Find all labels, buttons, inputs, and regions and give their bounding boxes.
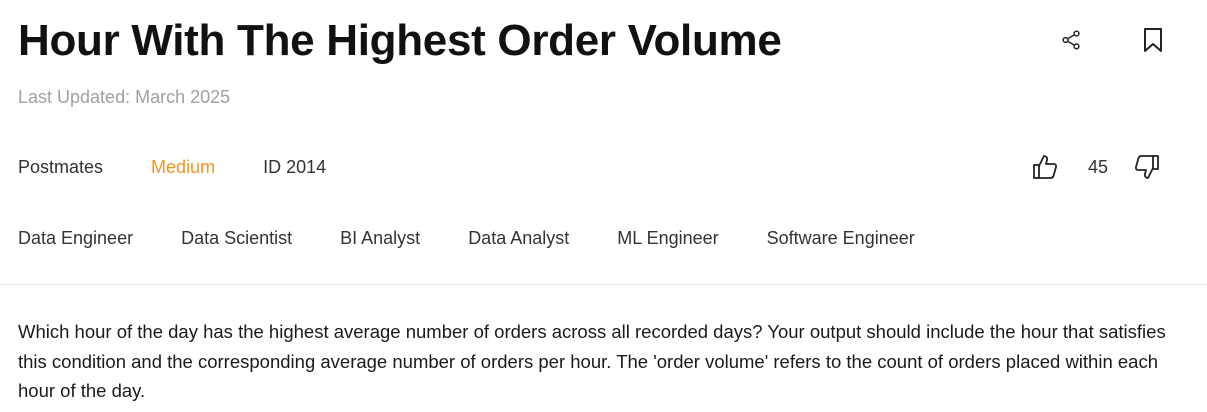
question-id: ID 2014 [263,157,327,177]
downvote-button[interactable] [1132,152,1162,182]
vote-count: 45 [1088,156,1109,177]
share-icon [1062,30,1080,50]
question-meta: Postmates Medium ID 2014 [18,155,374,179]
role-tag-bi-analyst[interactable]: BI Analyst [340,226,420,250]
last-updated: Last Updated: March 2025 [18,87,231,107]
vote-controls: 45 [1030,150,1162,184]
role-tag-software-engineer[interactable]: Software Engineer [767,226,915,250]
role-tag-data-scientist[interactable]: Data Scientist [181,226,292,250]
company-label[interactable]: Postmates [18,155,103,179]
bookmark-icon [1144,28,1162,52]
difficulty-badge: Medium [151,157,216,177]
question-page: Hour With The Highest Order Volume Last … [0,0,1207,412]
page-title: Hour With The Highest Order Volume [18,16,782,65]
bookmark-button[interactable] [1137,24,1169,56]
section-divider [0,284,1207,285]
share-button[interactable] [1055,24,1087,56]
role-tags: Data Engineer Data Scientist BI Analyst … [18,226,963,250]
role-tag-data-analyst[interactable]: Data Analyst [468,226,569,250]
role-tag-data-engineer[interactable]: Data Engineer [18,226,133,250]
role-tag-ml-engineer[interactable]: ML Engineer [617,226,718,250]
upvote-button[interactable] [1030,152,1060,182]
thumbs-down-icon [1135,155,1159,179]
thumbs-up-icon [1033,155,1058,179]
question-description: Which hour of the day has the highest av… [18,321,1166,401]
